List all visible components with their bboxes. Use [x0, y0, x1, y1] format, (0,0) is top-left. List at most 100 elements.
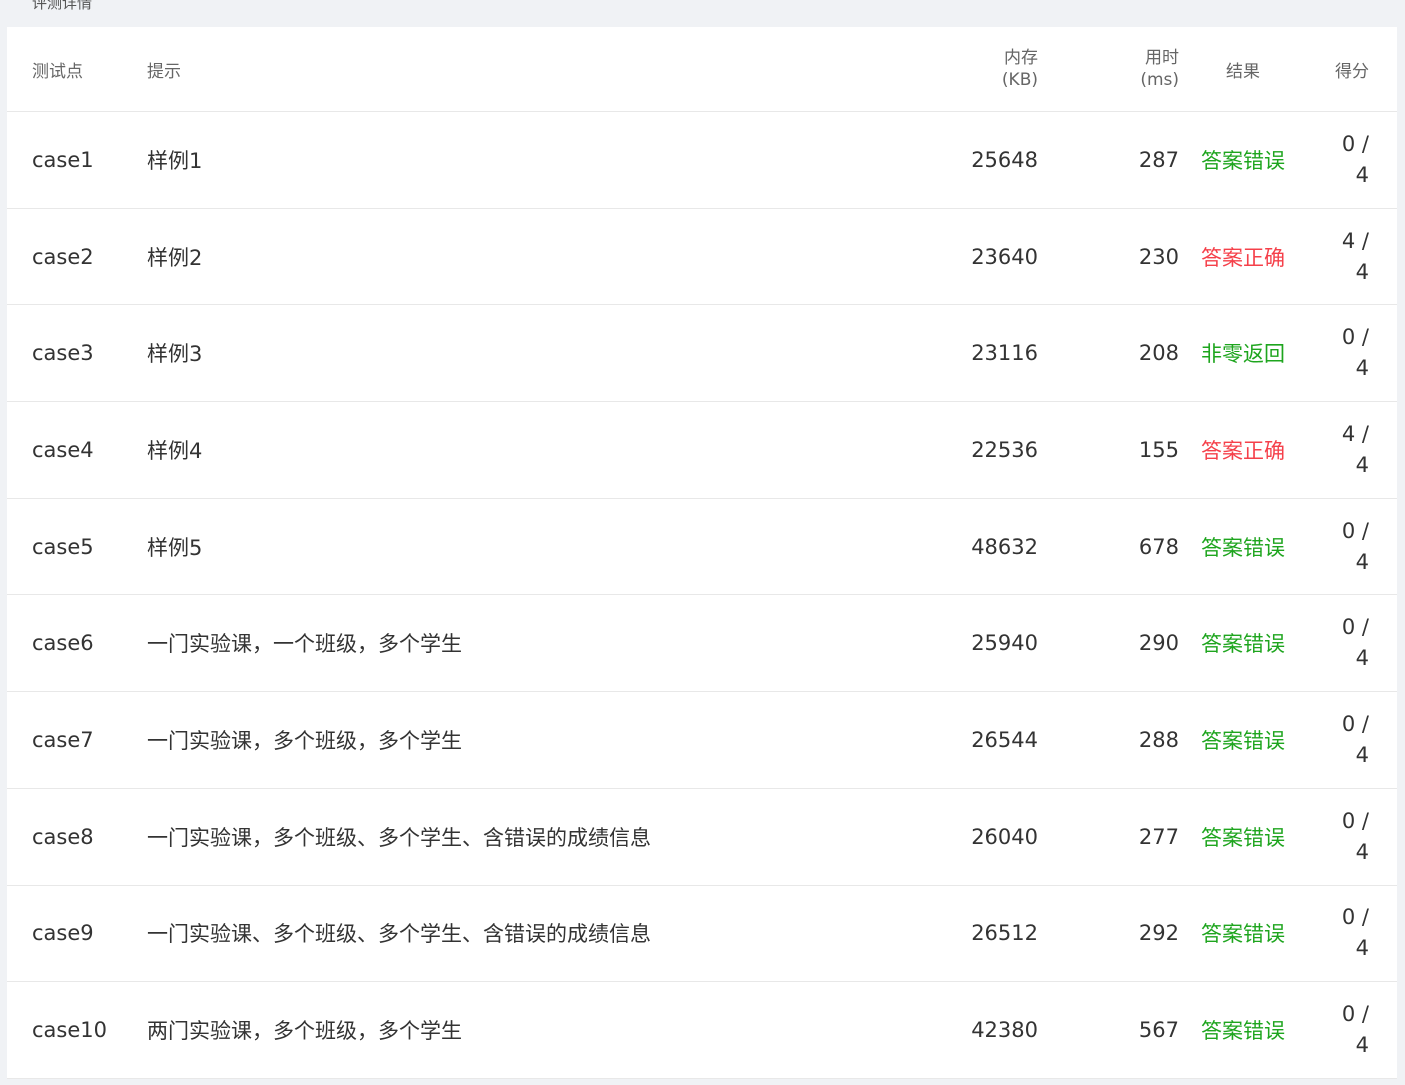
cell-score-value: 4 / — [1341, 228, 1369, 253]
cell-case: case1 — [32, 147, 94, 172]
header-memory-unit: (KB) — [1001, 70, 1038, 90]
table-row: case8 一门实验课，多个班级、多个学生、含错误的成绩信息 26040 277 答案错… — [7, 789, 1397, 886]
table-row: case10 两门实验课，多个班级，多个学生 42380 567 答案错误 0 /4 — [7, 982, 1397, 1079]
cell-score-total: 4 — [1355, 1033, 1369, 1058]
cell-time: 277 — [1138, 824, 1179, 849]
header-memory: 内存 (KB) — [898, 47, 1038, 91]
cell-score-total: 4 — [1355, 162, 1369, 187]
cell-time: 287 — [1138, 147, 1179, 172]
cell-score-total: 4 — [1355, 936, 1369, 961]
cell-time: 292 — [1138, 921, 1179, 946]
cell-hint: 一门实验课，多个班级，多个学生 — [147, 728, 462, 753]
cell-score: 4 /4 — [1307, 419, 1397, 481]
table-row: case1 样例1 25648 287 答案错误 0 /4 — [7, 112, 1397, 209]
cell-memory: 42380 — [971, 1018, 1038, 1043]
cell-hint: 样例3 — [147, 342, 203, 367]
cell-score-value: 0 / — [1341, 1002, 1369, 1027]
cell-hint: 样例1 — [147, 148, 203, 173]
cell-hint: 两门实验课，多个班级，多个学生 — [147, 1019, 462, 1044]
cell-result: 答案错误 — [1201, 728, 1285, 753]
cell-result: 答案错误 — [1201, 922, 1285, 947]
cell-hint: 样例4 — [147, 438, 203, 463]
cell-case: case4 — [32, 437, 94, 462]
header-score: 得分 — [1335, 61, 1369, 82]
cell-time: 290 — [1138, 631, 1179, 656]
cell-result: 答案错误 — [1201, 535, 1285, 560]
cell-score: 0 /4 — [1307, 999, 1397, 1061]
table-row: case9 一门实验课、多个班级、多个学生、含错误的成绩信息 26512 292 答案错… — [7, 886, 1397, 983]
header-memory-label: 内存 — [1004, 48, 1038, 68]
cell-score-value: 0 / — [1341, 905, 1369, 930]
cell-time: 678 — [1138, 534, 1179, 559]
cell-hint: 一门实验课，多个班级、多个学生、含错误的成绩信息 — [147, 825, 651, 850]
cell-score-total: 4 — [1355, 839, 1369, 864]
panel-title: 评测详情 — [32, 0, 93, 12]
cell-case: case3 — [32, 341, 94, 366]
cell-score: 0 /4 — [1307, 902, 1397, 964]
cell-time: 208 — [1138, 341, 1179, 366]
cell-score-value: 0 / — [1341, 808, 1369, 833]
header-case: 测试点 — [32, 61, 83, 82]
cell-result: 答案错误 — [1201, 632, 1285, 657]
cell-score-value: 0 / — [1341, 615, 1369, 640]
cell-score: 0 /4 — [1307, 516, 1397, 578]
cell-hint: 一门实验课，一个班级，多个学生 — [147, 632, 462, 657]
cell-time: 567 — [1138, 1018, 1179, 1043]
cell-memory: 26512 — [971, 921, 1038, 946]
header-time: 用时 (ms) — [1038, 47, 1179, 91]
cell-result: 答案错误 — [1201, 148, 1285, 173]
cell-case: case5 — [32, 534, 94, 559]
cell-result: 答案正确 — [1201, 438, 1285, 463]
cell-memory: 25940 — [971, 631, 1038, 656]
cell-score: 0 /4 — [1307, 709, 1397, 771]
cell-memory: 48632 — [971, 534, 1038, 559]
cell-score-value: 0 / — [1341, 518, 1369, 543]
cell-score: 0 /4 — [1307, 129, 1397, 191]
table-row: case4 样例4 22536 155 答案正确 4 /4 — [7, 402, 1397, 499]
cell-time: 288 — [1138, 727, 1179, 752]
header-hint: 提示 — [147, 61, 181, 82]
cell-score-value: 0 / — [1341, 711, 1369, 736]
cell-score-total: 4 — [1355, 742, 1369, 767]
cell-case: case2 — [32, 244, 94, 269]
header-time-unit: (ms) — [1140, 70, 1179, 90]
table-row: case7 一门实验课，多个班级，多个学生 26544 288 答案错误 0 /4 — [7, 692, 1397, 789]
cell-case: case7 — [32, 727, 94, 752]
cell-score-total: 4 — [1355, 646, 1369, 671]
cell-score-value: 0 / — [1341, 325, 1369, 350]
cell-score-total: 4 — [1355, 356, 1369, 381]
cell-time: 155 — [1138, 437, 1179, 462]
cell-hint: 样例2 — [147, 245, 203, 270]
judge-result-table: 测试点 提示 内存 (KB) 用时 (ms) 结果 得分 case1 样例1 256… — [7, 27, 1397, 1079]
header-time-label: 用时 — [1145, 48, 1179, 68]
table-body: case1 样例1 25648 287 答案错误 0 /4 case2 样例2 23640 230… — [7, 112, 1397, 1079]
cell-hint: 一门实验课、多个班级、多个学生、含错误的成绩信息 — [147, 922, 651, 947]
cell-result: 答案错误 — [1201, 825, 1285, 850]
cell-score: 0 /4 — [1307, 806, 1397, 868]
cell-memory: 26544 — [971, 727, 1038, 752]
cell-score-total: 4 — [1355, 259, 1369, 284]
cell-result: 答案错误 — [1201, 1019, 1285, 1044]
cell-score: 4 /4 — [1307, 226, 1397, 288]
cell-result: 答案正确 — [1201, 245, 1285, 270]
cell-score-total: 4 — [1355, 452, 1369, 477]
cell-hint: 样例5 — [147, 535, 203, 560]
cell-case: case8 — [32, 824, 94, 849]
table-row: case6 一门实验课，一个班级，多个学生 25940 290 答案错误 0 / 4 — [7, 595, 1397, 693]
cell-score-total: 4 — [1355, 549, 1369, 574]
cell-case: case9 — [32, 921, 94, 946]
table-row: case3 样例3 23116 208 非零返回 0 /4 — [7, 305, 1397, 403]
cell-case: case6 — [32, 631, 94, 656]
cell-score-value: 0 / — [1341, 131, 1369, 156]
cell-score-value: 4 / — [1341, 421, 1369, 446]
cell-score: 0 /4 — [1307, 322, 1397, 384]
cell-time: 230 — [1138, 244, 1179, 269]
table-header: 测试点 提示 内存 (KB) 用时 (ms) 结果 得分 — [7, 27, 1397, 112]
cell-result: 非零返回 — [1201, 342, 1285, 367]
cell-case: case10 — [32, 1018, 107, 1043]
cell-memory: 25648 — [971, 147, 1038, 172]
cell-memory: 26040 — [971, 824, 1038, 849]
cell-memory: 23640 — [971, 244, 1038, 269]
cell-memory: 23116 — [971, 341, 1038, 366]
header-result: 结果 — [1226, 61, 1260, 82]
